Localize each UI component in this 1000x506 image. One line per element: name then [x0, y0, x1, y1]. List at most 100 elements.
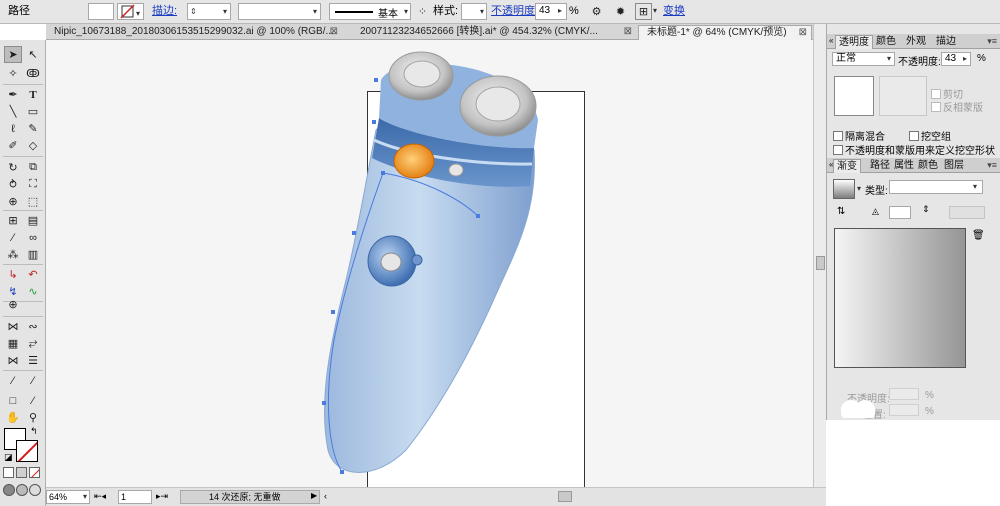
free-transform-tool-icon[interactable]: ⛶ — [24, 176, 42, 193]
angle-input[interactable] — [889, 206, 911, 219]
blob-brush-tool-icon[interactable]: ✐ — [4, 137, 22, 154]
close-icon[interactable]: ⊠ — [799, 26, 807, 40]
gradient-mode-icon[interactable] — [16, 467, 27, 478]
reference-point-icon[interactable]: ⊞ — [635, 3, 652, 20]
artboard-number-field[interactable]: 1 — [118, 490, 152, 504]
shaver-artwork[interactable] — [46, 40, 813, 487]
brush-definition-dropdown[interactable]: 基本 ▾ — [329, 3, 411, 20]
delete-stop-icon[interactable]: 🗑 — [972, 230, 985, 241]
live-paint-bucket-tool-icon[interactable]: ⬚ — [24, 193, 42, 210]
tab-attributes[interactable]: 属性 — [891, 159, 917, 173]
line-tool-icon[interactable]: ╲ — [4, 103, 22, 120]
artboard-tool-icon[interactable]: ⊕ — [4, 296, 22, 313]
shape-builder-tool-icon[interactable]: ⊕ — [4, 193, 22, 210]
path-smooth-tool-icon[interactable]: ∿ — [24, 283, 42, 300]
column-graph-tool-icon[interactable]: ▥ — [24, 246, 42, 263]
crop-tool-icon[interactable]: □ — [4, 392, 22, 409]
mask-thumbnail[interactable] — [879, 76, 927, 116]
recolor-icon[interactable]: ⁘ — [414, 3, 431, 20]
curvature-tool-icon[interactable]: ↶ — [24, 266, 42, 283]
rotate-tool-icon[interactable]: ↻ — [4, 159, 22, 176]
blend-mode-dropdown[interactable]: 正常 — [832, 52, 895, 66]
tab-gradient[interactable]: 渐变 — [833, 159, 861, 173]
opacity-mask-knockout-checkbox[interactable]: 不透明度和蒙版用来定义挖空形状 — [833, 142, 995, 157]
chevron-down-icon[interactable]: ▾ — [83, 492, 87, 501]
swap-fill-stroke-icon[interactable]: ↰ — [30, 426, 38, 437]
document-tab-active[interactable]: 未标题-1* @ 64% (CMYK/预览) ⊠ — [638, 25, 812, 40]
direct-selection-tool-icon[interactable]: ↖ — [24, 46, 42, 63]
align-icon[interactable]: ☰ — [24, 352, 42, 369]
measure-tool-icon[interactable]: ⁄ — [24, 372, 42, 389]
hand-tool-icon[interactable]: ✋ — [4, 409, 22, 426]
status-menu-icon[interactable]: ▶ — [311, 491, 317, 500]
document-tab[interactable]: Nipic_10673188_20180306153515299032.ai @… — [46, 25, 342, 40]
magic-wand-tool-icon[interactable]: ✧ — [4, 65, 22, 82]
opacity-input[interactable]: 43 — [535, 3, 567, 20]
variable-width-profile-dropdown[interactable]: ▾ — [238, 3, 321, 20]
width-tool-icon[interactable]: ⋈ — [4, 352, 22, 369]
envelope-tool-icon[interactable]: ∾ — [24, 318, 42, 335]
scroll-thumb[interactable] — [816, 256, 825, 270]
draw-behind-icon[interactable] — [16, 484, 28, 496]
stroke-swatch[interactable] — [16, 440, 38, 462]
reverse-gradient-icon[interactable]: ⇅ — [837, 206, 845, 217]
eyedropper-tool-icon[interactable]: ⁄ — [4, 229, 22, 246]
paintbrush-tool-icon[interactable]: ℓ — [4, 120, 22, 137]
canvas-area[interactable] — [46, 40, 813, 506]
invert-mask-checkbox[interactable]: 反相蒙版 — [931, 99, 983, 114]
pen-tool-icon[interactable]: ✒ — [4, 86, 22, 103]
scale-tool-icon[interactable]: ⧉ — [24, 159, 42, 176]
chevron-right-icon[interactable]: ▸ — [558, 6, 562, 15]
close-icon[interactable]: ⊠ — [624, 25, 632, 39]
gradient-tool-icon[interactable]: ▤ — [24, 212, 42, 229]
warp-tool-icon[interactable]: ⥁ — [4, 176, 22, 193]
eraser-tool-icon[interactable]: ◇ — [24, 137, 42, 154]
gradient-opacity-input[interactable] — [889, 388, 919, 400]
first-artboard-icon[interactable]: ⇤◂ — [94, 491, 106, 502]
scroll-thumb[interactable] — [558, 491, 572, 502]
transform-link[interactable]: 变换 — [663, 3, 685, 20]
tab-color[interactable]: 颜色 — [873, 35, 899, 49]
gradient-type-dropdown[interactable] — [889, 180, 983, 194]
blend-tool-icon[interactable]: ∞ — [24, 229, 42, 246]
perspective-grid-tool-icon[interactable]: ⊞ — [4, 212, 22, 229]
stepper-icon[interactable]: ⇕ — [190, 7, 197, 16]
rectangle-tool-icon[interactable]: ▭ — [24, 103, 42, 120]
close-icon[interactable]: ⊠ — [330, 25, 338, 39]
fill-color-swatch[interactable] — [88, 3, 114, 20]
document-tab[interactable]: 20071123234652666 [转换].ai* @ 454.32% (CM… — [352, 25, 636, 40]
scroll-left-icon[interactable]: ‹ — [324, 491, 327, 501]
tab-layers[interactable]: 图层 — [941, 159, 967, 173]
stroke-color-swatch[interactable]: ▾ — [117, 3, 144, 20]
knife-tool-icon[interactable]: ⁄ — [24, 392, 42, 409]
stroke-panel-link[interactable]: 描边: — [152, 3, 177, 20]
tab-pathfinder[interactable]: 路径 — [867, 159, 893, 173]
vertical-scrollbar[interactable] — [813, 24, 826, 487]
document-setup-icon[interactable]: ⚙ — [588, 3, 605, 20]
anchor-tool-icon[interactable]: ↳ — [4, 266, 22, 283]
panel-menu-icon[interactable]: ▾≡ — [987, 36, 997, 47]
tab-color[interactable]: 颜色 — [915, 159, 941, 173]
mesh-warp-tool-icon[interactable]: ⥂ — [24, 335, 42, 352]
eyedropper-tool-icon[interactable]: ⁄ — [4, 372, 22, 389]
tab-appearance[interactable]: 外观 — [903, 35, 929, 49]
tab-stroke[interactable]: 描边 — [933, 35, 959, 49]
panel-collapse-icon[interactable]: « — [829, 36, 833, 45]
pencil-tool-icon[interactable]: ✎ — [24, 120, 42, 137]
chevron-down-icon[interactable]: ▾ — [653, 6, 657, 15]
color-mode-icon[interactable] — [3, 467, 14, 478]
chevron-down-icon[interactable]: ▾ — [857, 184, 861, 193]
graphic-style-dropdown[interactable]: ▾ — [461, 3, 487, 20]
preferences-icon[interactable]: ✹ — [612, 3, 629, 20]
chevron-right-icon[interactable]: ▸ — [963, 54, 967, 63]
opacity-link[interactable]: 不透明度: — [491, 3, 538, 20]
panel-menu-icon[interactable]: ▾≡ — [987, 160, 997, 171]
horizontal-scrollbar[interactable]: ‹ — [320, 487, 826, 506]
mesh-tool-icon[interactable]: ▦ — [4, 335, 22, 352]
gradient-swatch[interactable] — [833, 179, 855, 199]
next-artboard-icon[interactable]: ▸⇥ — [156, 491, 168, 502]
draw-inside-icon[interactable] — [29, 484, 41, 496]
selection-tool-icon[interactable]: ➤ — [4, 46, 22, 63]
symbol-sprayer-tool-icon[interactable]: ⁂ — [4, 246, 22, 263]
lasso-tool-icon[interactable]: ↂ — [24, 65, 42, 82]
